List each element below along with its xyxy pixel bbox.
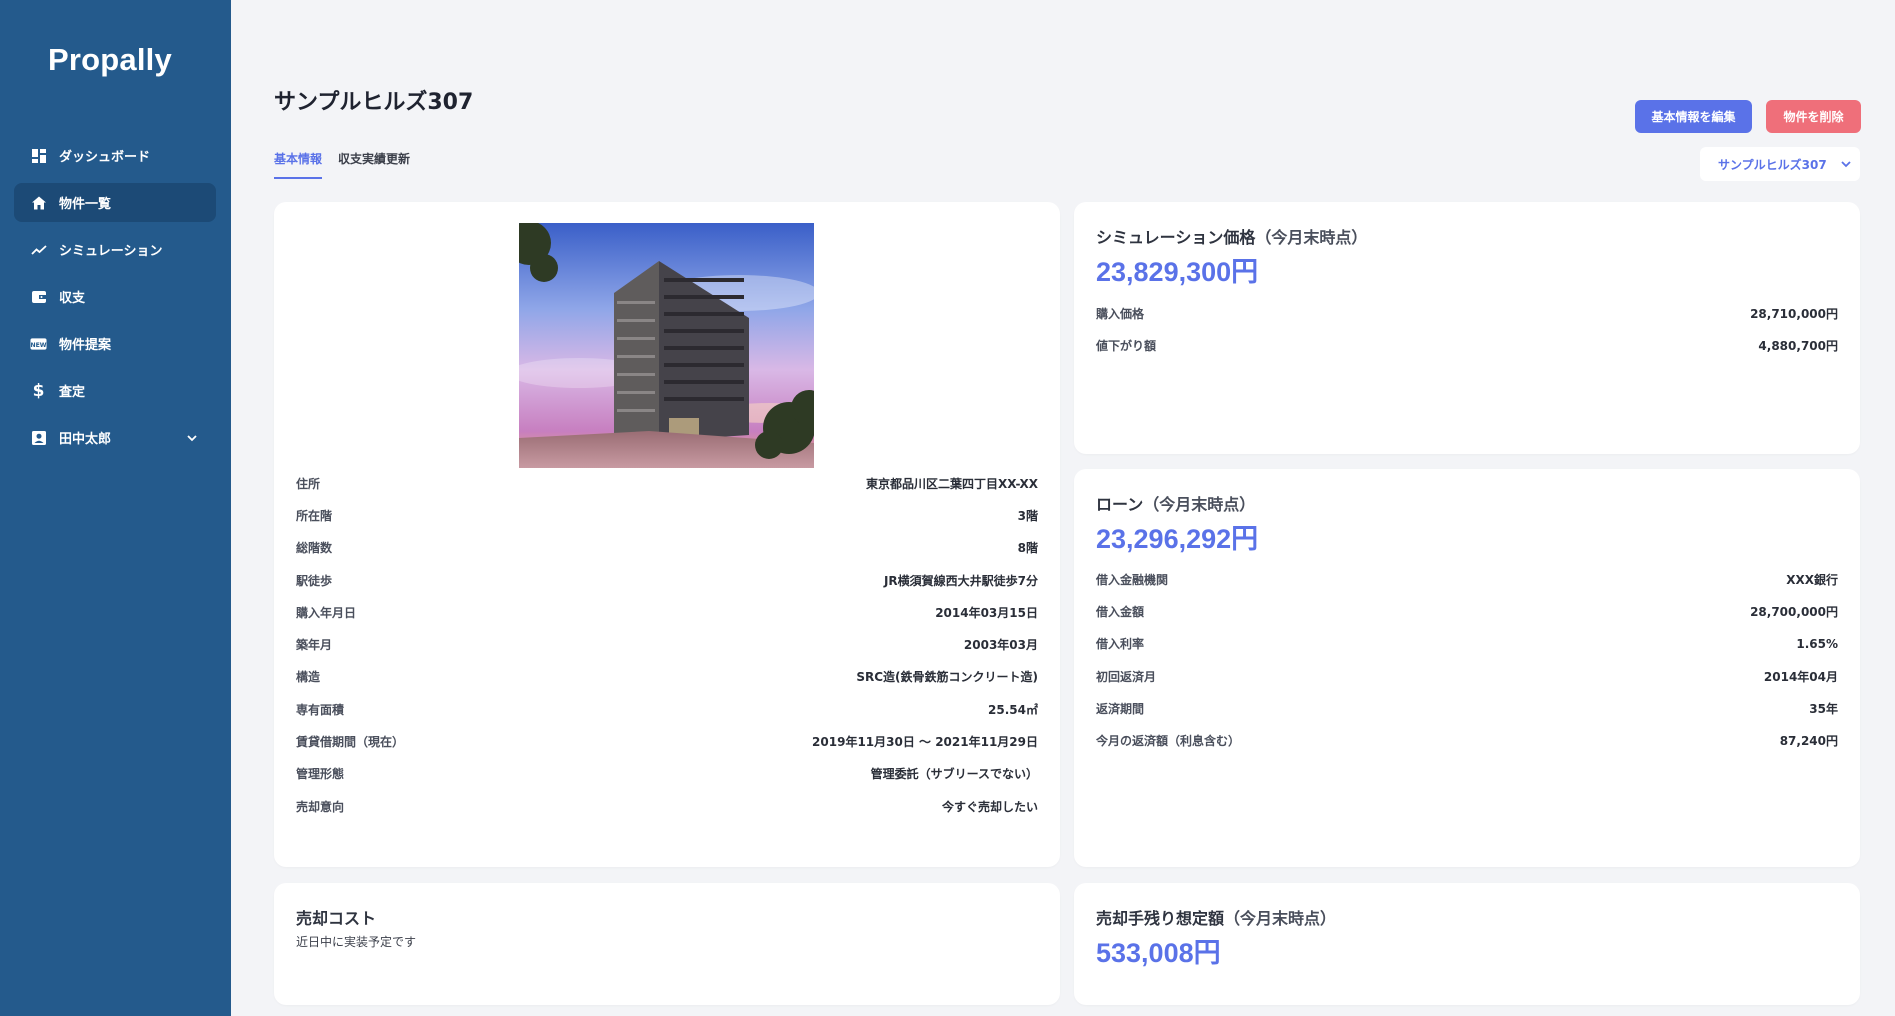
- card-title: シミュレーション価格（今月末時点）: [1096, 228, 1368, 247]
- list-item: 初回返済月 2014年04月: [1096, 669, 1838, 684]
- list-item: 築年月 2003年03月: [296, 638, 1038, 653]
- list-item: 今月の返済額（利息含む） 87,240円: [1096, 734, 1838, 749]
- dashboard-icon: [30, 147, 47, 164]
- list-item: 賃貸借期間（現在） 2019年11月30日 〜 2021年11月29日: [296, 735, 1038, 750]
- sidebar-item-user[interactable]: 田中太郎: [14, 418, 216, 457]
- sidebar-item-label: 収支: [59, 291, 86, 306]
- card-title: 売却コスト: [296, 909, 377, 928]
- sidebar: Propally ダッシュボード 物件一覧 シミュレーション 収支 NEW 物件…: [0, 0, 231, 1016]
- list-item: 構造 SRC造(鉄骨鉄筋コンクリート造): [296, 670, 1038, 685]
- tab-basic-info[interactable]: 基本情報: [274, 150, 323, 179]
- chevron-down-icon[interactable]: [186, 432, 198, 444]
- list-item: 値下がり額 4,880,700円: [1096, 338, 1838, 353]
- account-box-icon: [30, 429, 47, 446]
- sale-cost-note: 近日中に実装予定です: [296, 935, 417, 949]
- simulation-amount: 23,829,300円: [1096, 257, 1259, 287]
- delete-property-button[interactable]: 物件を削除: [1766, 100, 1861, 133]
- list-item: 返済期間 35年: [1096, 701, 1838, 716]
- list-item: 総階数 8階: [296, 541, 1038, 556]
- sidebar-item-label: 物件提案: [59, 338, 112, 353]
- simulation-price-card: シミュレーション価格（今月末時点） 23,829,300円 購入価格 28,710…: [1074, 202, 1860, 454]
- list-item: 所在階 3階: [296, 508, 1038, 523]
- page-title: サンプルヒルズ307: [274, 90, 474, 115]
- sale-cost-card: 売却コスト 近日中に実装予定です: [274, 883, 1060, 1005]
- sidebar-item-label: 田中太郎: [59, 432, 112, 447]
- sidebar-item-label: 物件一覧: [59, 197, 112, 212]
- simulation-detail-list: 購入価格 28,710,000円 値下がり額 4,880,700円: [1096, 297, 1838, 362]
- list-item: 売却意向 今すぐ売却したい: [296, 799, 1038, 814]
- property-detail-list: 住所 東京都品川区二葉四丁目XX-XX 所在階 3階 総階数 8階 駅徒歩 JR横須賀線…: [296, 467, 1038, 822]
- tabs: 基本情報 収支実績更新: [274, 150, 410, 179]
- sidebar-item-label: 査定: [59, 385, 86, 400]
- list-item: 借入金額 28,700,000円: [1096, 604, 1838, 619]
- property-photo: [519, 223, 814, 468]
- loan-card: ローン（今月末時点） 23,296,292円 借入金融機関 XXX銀行 借入金額 2…: [1074, 469, 1860, 867]
- list-item: 借入利率 1.65%: [1096, 636, 1838, 652]
- home-icon: [30, 194, 47, 211]
- loan-amount: 23,296,292円: [1096, 524, 1259, 554]
- sidebar-nav: ダッシュボード 物件一覧 シミュレーション 収支 NEW 物件提案 $ 査定 田…: [14, 136, 216, 465]
- sale-remaining-card: 売却手残り想定額（今月末時点） 533,008円: [1074, 883, 1860, 1005]
- sidebar-item-label: ダッシュボード: [59, 150, 151, 165]
- property-select-value: サンプルヒルズ307: [1718, 157, 1827, 172]
- property-select[interactable]: サンプルヒルズ307: [1700, 147, 1860, 181]
- sidebar-item-income[interactable]: 収支: [14, 277, 216, 316]
- sidebar-item-label: シミュレーション: [59, 244, 163, 259]
- list-item: 専有面積 25.54㎡: [296, 702, 1038, 717]
- sidebar-item-dashboard[interactable]: ダッシュボード: [14, 136, 216, 175]
- edit-basic-info-button[interactable]: 基本情報を編集: [1635, 100, 1752, 133]
- list-item: 駅徒歩 JR横須賀線西大井駅徒歩7分: [296, 573, 1038, 588]
- svg-text:NEW: NEW: [30, 341, 46, 348]
- new-badge-icon: NEW: [30, 335, 47, 352]
- loan-detail-list: 借入金融機関 XXX銀行 借入金額 28,700,000円 借入利率 1.65% 初回…: [1096, 563, 1838, 757]
- list-item: 借入金融機関 XXX銀行: [1096, 572, 1838, 587]
- dollar-icon: $: [32, 380, 45, 401]
- sidebar-item-simulation[interactable]: シミュレーション: [14, 230, 216, 269]
- list-item: 購入年月日 2014年03月15日: [296, 605, 1038, 620]
- remaining-amount: 533,008円: [1096, 938, 1221, 968]
- list-item: 管理形態 管理委託（サブリースでない）: [296, 767, 1038, 782]
- app-logo[interactable]: Propally: [48, 42, 172, 78]
- chevron-down-icon: [1841, 161, 1851, 168]
- wallet-icon: [30, 288, 47, 305]
- list-item: 購入価格 28,710,000円: [1096, 306, 1838, 321]
- property-info-card: 住所 東京都品川区二葉四丁目XX-XX 所在階 3階 総階数 8階 駅徒歩 JR横須賀線…: [274, 202, 1060, 867]
- tab-income-update[interactable]: 収支実績更新: [338, 150, 410, 179]
- card-title: 売却手残り想定額（今月末時点）: [1096, 909, 1337, 928]
- card-title: ローン（今月末時点）: [1096, 495, 1256, 514]
- sidebar-item-proposals[interactable]: NEW 物件提案: [14, 324, 216, 363]
- main-content: サンプルヒルズ307 基本情報を編集 物件を削除 基本情報 収支実績更新 サンプ…: [231, 0, 1895, 1016]
- sidebar-item-assessment[interactable]: $ 査定: [14, 371, 216, 410]
- list-item: 住所 東京都品川区二葉四丁目XX-XX: [296, 476, 1038, 491]
- sidebar-item-properties[interactable]: 物件一覧: [14, 183, 216, 222]
- trending-icon: [30, 241, 47, 258]
